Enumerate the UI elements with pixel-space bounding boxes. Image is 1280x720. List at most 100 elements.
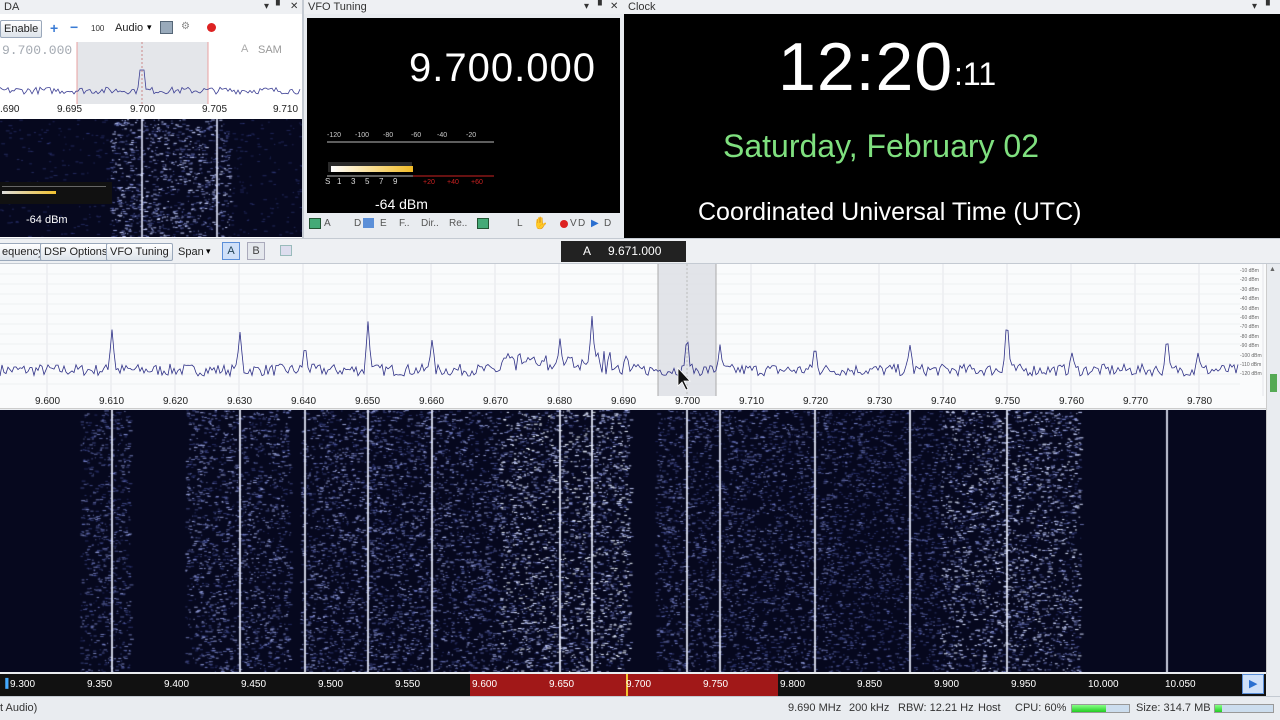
db-tick-label: -40 dBm bbox=[1240, 296, 1259, 303]
overview-tick-label: 9.300 bbox=[10, 679, 36, 690]
overview-tick-label: 9.400 bbox=[164, 679, 190, 690]
print-icon[interactable] bbox=[280, 245, 292, 256]
svg-text:-80: -80 bbox=[383, 132, 393, 139]
spectrum-tick-label: 9.650 bbox=[355, 396, 381, 407]
clock-time: 12:20 bbox=[778, 29, 954, 105]
zoom-in-icon[interactable]: + bbox=[50, 20, 58, 36]
vfo-bar-d3[interactable]: D bbox=[604, 218, 611, 229]
vfo-bar-f[interactable]: F.. bbox=[399, 218, 410, 229]
vfo-bar-v[interactable]: V bbox=[570, 218, 577, 229]
vfo-record-icon[interactable] bbox=[560, 220, 568, 228]
clock-dropdown-icon[interactable]: ▾ bbox=[1252, 0, 1257, 14]
vfo-grid-icon[interactable] bbox=[309, 218, 321, 229]
spectrum-tick-label: 9.690 bbox=[611, 396, 637, 407]
svg-text:1: 1 bbox=[337, 177, 342, 186]
db-tick-label: -70 dBm bbox=[1240, 324, 1259, 331]
vfo-a-button[interactable]: A bbox=[222, 242, 240, 260]
waterfall[interactable] bbox=[0, 410, 1266, 672]
vfo-close-icon[interactable]: ✕ bbox=[610, 0, 618, 14]
span-dropdown-icon[interactable]: ▾ bbox=[206, 246, 211, 257]
vfo-panel-title: VFO Tuning bbox=[304, 0, 624, 14]
spectrum-axis: 9.600 9.610 9.620 9.630 9.640 9.650 9.660 9.670… bbox=[0, 396, 1266, 409]
rda-spectrum[interactable] bbox=[0, 42, 302, 104]
spectrum-tick-label: 9.720 bbox=[803, 396, 829, 407]
vfo-bar-d[interactable]: D bbox=[354, 218, 361, 229]
zoom-out-icon[interactable]: − bbox=[70, 19, 78, 35]
main-toolbar: equency DSP Options VFO Tuning Span ▾ A … bbox=[0, 238, 1280, 264]
db-tick-label: -80 dBm bbox=[1240, 333, 1259, 340]
overview-tick-label: 9.850 bbox=[857, 679, 883, 690]
vfo-frequency[interactable]: 9.700.000 bbox=[409, 46, 596, 91]
overview-tick-label: 9.800 bbox=[780, 679, 806, 690]
spectrum-tick-label: 9.670 bbox=[483, 396, 509, 407]
clock-panel-title: Clock bbox=[624, 0, 1280, 14]
vfo-dbm: -64 dBm bbox=[375, 196, 428, 212]
overview-tick-label: 9.950 bbox=[1011, 679, 1037, 690]
spectrum-area[interactable]: 9.600 9.610 9.620 9.630 9.640 9.650 9.660 9.670… bbox=[0, 264, 1266, 409]
vfo-hand-icon[interactable]: ✋ bbox=[533, 216, 548, 230]
vfo-pin-icon[interactable]: ▘ bbox=[598, 0, 606, 14]
overview-tick-label: 9.550 bbox=[395, 679, 421, 690]
marker-label: A 9.671.000 bbox=[561, 241, 686, 262]
memory-meter bbox=[1214, 704, 1274, 713]
svg-text:5: 5 bbox=[365, 177, 370, 186]
overview-bar[interactable]: 9.300 9.350 9.400 9.450 9.500 9.550 9.600 9.650… bbox=[0, 674, 1266, 696]
db-tick-label: -100 dBm bbox=[1240, 352, 1262, 359]
db-tick-label: -10 dBm bbox=[1240, 268, 1259, 274]
audio-dropdown-icon[interactable]: ▾ bbox=[147, 22, 152, 33]
spectrum-tick-label: 9.610 bbox=[99, 396, 125, 407]
vfo-play-icon[interactable]: ▶ bbox=[591, 218, 599, 229]
vfo-toolbar: A D E F.. Dir.. Re.. L ✋ V D ▶ D bbox=[307, 215, 620, 233]
enable-button[interactable]: Enable bbox=[0, 20, 43, 38]
overview-tick-label: 9.500 bbox=[318, 679, 344, 690]
db-tick-label: -120 dBm bbox=[1240, 371, 1262, 378]
overview-scroll-left-icon[interactable]: ▐ bbox=[2, 678, 8, 688]
vfo-bar-a[interactable]: A bbox=[324, 218, 331, 229]
tab-vfo-tuning[interactable]: VFO Tuning bbox=[106, 243, 173, 261]
vfo-bar-d2[interactable]: D bbox=[578, 218, 585, 229]
spectrum-tick-label: 9.710 bbox=[739, 396, 765, 407]
vfo-b-button[interactable]: B bbox=[247, 242, 265, 260]
db-tick-label: -90 dBm bbox=[1240, 343, 1259, 350]
tab-dsp-options[interactable]: DSP Options bbox=[40, 243, 112, 261]
rda-pin-icon[interactable]: ▘ bbox=[276, 0, 284, 14]
vfo-bar-dir[interactable]: Dir.. bbox=[421, 218, 439, 229]
vfo-bar-re[interactable]: Re.. bbox=[449, 218, 467, 229]
audio-select[interactable]: Audio bbox=[115, 22, 143, 34]
scroll-up-icon[interactable]: ▲ bbox=[1269, 266, 1276, 273]
spectrum-tick-label: 9.740 bbox=[931, 396, 957, 407]
mute-icon[interactable] bbox=[160, 21, 173, 34]
rda-close-icon[interactable]: ✕ bbox=[290, 0, 298, 14]
clock-date: Saturday, February 02 bbox=[723, 128, 1040, 164]
vfo-panel: VFO Tuning ▾ ▘ ✕ 9.700.000 -120 -100 -80… bbox=[304, 0, 624, 238]
clock-timezone: Coordinated Universal Time (UTC) bbox=[698, 198, 1082, 226]
clock-panel: Clock ▾ ▘ 12:20 :11 Saturday, February 0… bbox=[624, 0, 1280, 238]
overview-tick-label: 9.900 bbox=[934, 679, 960, 690]
overview-scroll-right[interactable]: ▶ bbox=[1242, 674, 1264, 694]
vfo-smeter: -120 -100 -80 -60 -40 -20 S 1 3 5 7 9 +2… bbox=[325, 132, 494, 186]
vfo-bar-l[interactable]: L bbox=[517, 218, 523, 229]
vfo-monitor-icon[interactable] bbox=[363, 218, 374, 228]
span-select[interactable]: Span bbox=[178, 246, 204, 258]
vfo-dropdown-icon[interactable]: ▾ bbox=[584, 0, 589, 14]
spectrum-tick-label: 9.780 bbox=[1187, 396, 1213, 407]
vfo-grid2-icon[interactable] bbox=[477, 218, 489, 229]
zoom-100-button[interactable]: 100 bbox=[91, 24, 104, 33]
vfo-bar-e[interactable]: E bbox=[380, 218, 387, 229]
db-tick-label: -30 dBm bbox=[1240, 286, 1259, 293]
record-icon[interactable] bbox=[207, 23, 216, 32]
overview-tick-label: 9.450 bbox=[241, 679, 267, 690]
rda-panel: DA ▾ ▘ ✕ Enable + − 100 Audio ▾ ⚙ 9.700.… bbox=[0, 0, 304, 238]
svg-text:3: 3 bbox=[351, 177, 356, 186]
play-right-icon[interactable]: ▶ bbox=[1249, 677, 1257, 690]
status-cpu: CPU: 60% bbox=[1015, 702, 1067, 714]
right-scrollbar[interactable]: ▲ bbox=[1266, 264, 1280, 674]
overview-tick-label: 9.600 bbox=[472, 679, 498, 690]
status-audio: t Audio) bbox=[0, 702, 38, 714]
rda-panel-title: DA bbox=[0, 0, 302, 14]
settings-icon[interactable]: ⚙ bbox=[181, 21, 190, 32]
clock-pin-icon[interactable]: ▘ bbox=[1266, 0, 1274, 14]
rda-dropdown-icon[interactable]: ▾ bbox=[264, 0, 269, 14]
overview-tick-label: 10.000 bbox=[1088, 679, 1119, 690]
cpu-meter bbox=[1071, 704, 1130, 713]
